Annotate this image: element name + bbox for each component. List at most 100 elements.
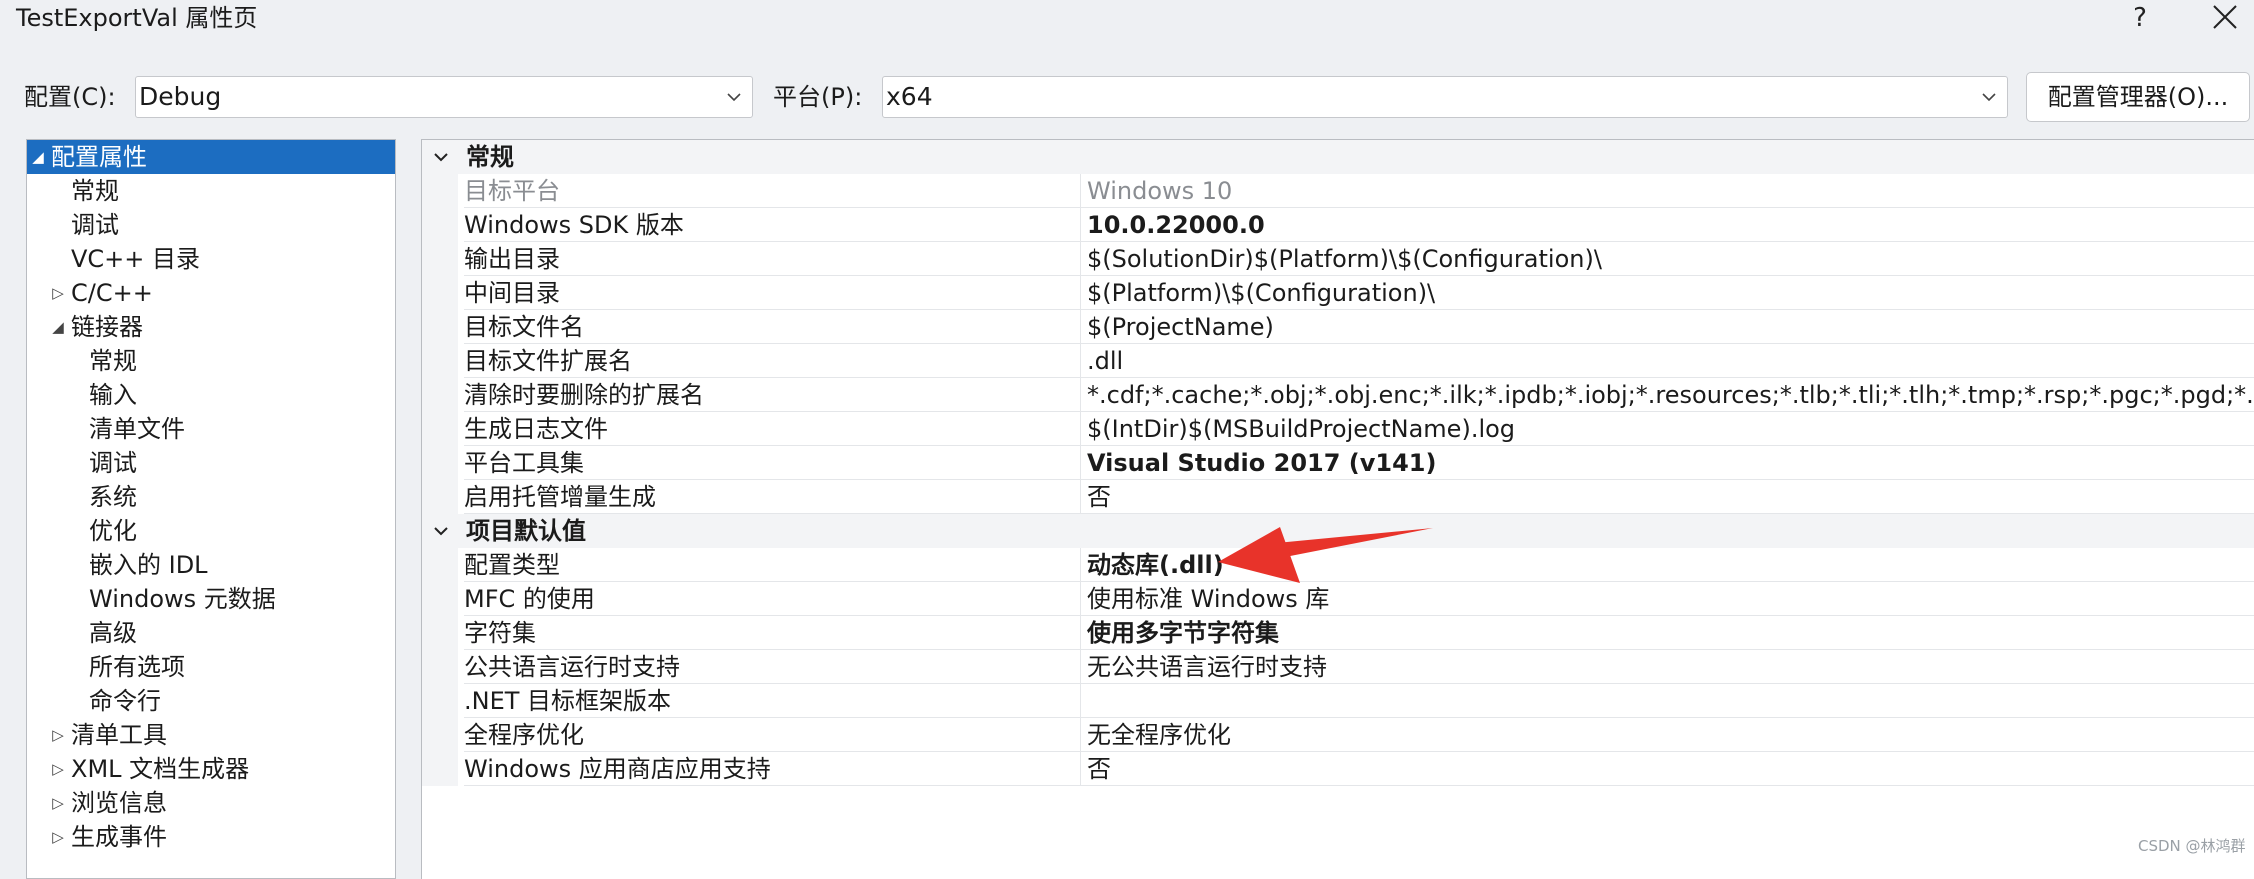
- expand-icon[interactable]: ▷: [49, 786, 67, 820]
- tree-item[interactable]: ▷ 浏览信息: [27, 786, 395, 820]
- watermark: CSDN @林鸿群: [2138, 837, 2246, 855]
- platform-label: 平台(P):: [773, 83, 863, 111]
- title-bar: TestExportVal 属性页 ?: [0, 0, 2254, 40]
- property-value[interactable]: Windows 10: [1081, 174, 2254, 208]
- tree-item[interactable]: 优化: [27, 514, 395, 548]
- tree-item[interactable]: 调试: [27, 208, 395, 242]
- row-gutter: [422, 650, 458, 684]
- property-row[interactable]: 平台工具集 Visual Studio 2017 (v141): [422, 446, 2254, 480]
- chevron-down-icon: [434, 153, 448, 162]
- tree-item[interactable]: VC++ 目录: [27, 242, 395, 276]
- row-gutter: [422, 208, 458, 242]
- property-row[interactable]: MFC 的使用 使用标准 Windows 库: [422, 582, 2254, 616]
- property-value[interactable]: 动态库(.dll): [1081, 548, 2254, 582]
- expand-icon[interactable]: ▷: [49, 820, 67, 854]
- property-name: 目标平台: [464, 174, 1081, 208]
- tree-item-label: 清单文件: [89, 415, 185, 443]
- tree-item-label: 生成事件: [71, 823, 167, 851]
- property-value[interactable]: 10.0.22000.0: [1081, 208, 2254, 242]
- property-row[interactable]: 目标文件扩展名 .dll: [422, 344, 2254, 378]
- collapse-icon[interactable]: ◢: [49, 310, 67, 344]
- property-value[interactable]: *.cdf;*.cache;*.obj;*.obj.enc;*.ilk;*.ip…: [1081, 378, 2254, 412]
- tree-item[interactable]: 命令行: [27, 684, 395, 718]
- property-name: 输出目录: [464, 242, 1081, 276]
- tree-item[interactable]: 清单文件: [27, 412, 395, 446]
- property-value[interactable]: Visual Studio 2017 (v141): [1081, 446, 2254, 480]
- property-row[interactable]: 清除时要删除的扩展名 *.cdf;*.cache;*.obj;*.obj.enc;…: [422, 378, 2254, 412]
- tree-item[interactable]: 所有选项: [27, 650, 395, 684]
- property-value[interactable]: 无全程序优化: [1081, 718, 2254, 752]
- property-row[interactable]: Windows 应用商店应用支持否: [422, 752, 2254, 786]
- property-value[interactable]: 使用标准 Windows 库: [1081, 582, 2254, 616]
- property-name: .NET 目标框架版本: [464, 684, 1081, 718]
- property-value[interactable]: $(IntDir)$(MSBuildProjectName).log: [1081, 412, 2254, 446]
- property-name: 清除时要删除的扩展名: [464, 378, 1081, 412]
- config-select[interactable]: Debug: [135, 76, 753, 118]
- help-button[interactable]: ?: [2120, 0, 2160, 36]
- tree-item-label: 命令行: [89, 687, 161, 715]
- property-row[interactable]: 启用托管增量生成否: [422, 480, 2254, 514]
- section-header[interactable]: 常规: [422, 140, 2254, 174]
- property-row[interactable]: 配置类型 动态库(.dll): [422, 548, 2254, 582]
- tree-item-label: 嵌入的 IDL: [89, 551, 208, 579]
- property-row[interactable]: 公共语言运行时支持 无公共语言运行时支持: [422, 650, 2254, 684]
- tree-item[interactable]: 嵌入的 IDL: [27, 548, 395, 582]
- close-button[interactable]: [2200, 0, 2248, 36]
- expand-icon[interactable]: ▷: [49, 718, 67, 752]
- property-name: 平台工具集: [464, 446, 1081, 480]
- property-value[interactable]: 使用多字节字符集: [1081, 616, 2254, 650]
- tree-item-label: 输入: [89, 381, 137, 409]
- tree-item[interactable]: ▷ C/C++: [27, 276, 395, 310]
- platform-select[interactable]: x64: [882, 76, 2008, 118]
- section-title: 项目默认值: [466, 517, 586, 545]
- property-name: 生成日志文件: [464, 412, 1081, 446]
- property-value[interactable]: [1081, 684, 2254, 718]
- property-row[interactable]: 中间目录 $(Platform)\$(Configuration)\: [422, 276, 2254, 310]
- tree-item[interactable]: 系统: [27, 480, 395, 514]
- row-gutter: [422, 174, 458, 208]
- property-row[interactable]: .NET 目标框架版本: [422, 684, 2254, 718]
- configuration-manager-button[interactable]: 配置管理器(O)...: [2026, 72, 2250, 122]
- property-value[interactable]: 无公共语言运行时支持: [1081, 650, 2254, 684]
- row-gutter: [422, 276, 458, 310]
- tree-item[interactable]: ◢ 配置属性: [27, 140, 395, 174]
- property-value[interactable]: 否: [1081, 752, 2254, 786]
- tree-item[interactable]: 常规: [27, 344, 395, 378]
- tree-item[interactable]: 调试: [27, 446, 395, 480]
- property-row[interactable]: Windows SDK 版本 10.0.22000.0: [422, 208, 2254, 242]
- tree-item[interactable]: 输入: [27, 378, 395, 412]
- tree-item[interactable]: Windows 元数据: [27, 582, 395, 616]
- property-row[interactable]: 输出目录 $(SolutionDir)$(Platform)\$(Configur…: [422, 242, 2254, 276]
- property-row[interactable]: 目标文件名 $(ProjectName): [422, 310, 2254, 344]
- tree-item[interactable]: ▷ 生成事件: [27, 820, 395, 854]
- row-gutter: [422, 378, 458, 412]
- row-gutter: [422, 242, 458, 276]
- property-value[interactable]: .dll: [1081, 344, 2254, 378]
- tree-item[interactable]: ▷ 清单工具: [27, 718, 395, 752]
- tree-item[interactable]: 高级: [27, 616, 395, 650]
- tree-item-label: 常规: [71, 177, 119, 205]
- property-row[interactable]: 目标平台 Windows 10: [422, 174, 2254, 208]
- row-gutter: [422, 548, 458, 582]
- property-value[interactable]: $(SolutionDir)$(Platform)\$(Configuratio…: [1081, 242, 2254, 276]
- property-name: 目标文件扩展名: [464, 344, 1081, 378]
- collapse-icon[interactable]: ◢: [29, 140, 47, 174]
- tree-item[interactable]: ◢ 链接器: [27, 310, 395, 344]
- tree-item-label: VC++ 目录: [71, 245, 201, 273]
- property-value[interactable]: $(Platform)\$(Configuration)\: [1081, 276, 2254, 310]
- section-header[interactable]: 项目默认值: [422, 514, 2254, 548]
- property-value[interactable]: $(ProjectName): [1081, 310, 2254, 344]
- tree-item[interactable]: 常规: [27, 174, 395, 208]
- expand-icon[interactable]: ▷: [49, 752, 67, 786]
- tree-item[interactable]: ▷ XML 文档生成器: [27, 752, 395, 786]
- property-value[interactable]: 否: [1081, 480, 2254, 514]
- row-gutter: [422, 752, 458, 786]
- tree-item-label: Windows 元数据: [89, 585, 276, 613]
- property-row[interactable]: 字符集 使用多字节字符集: [422, 616, 2254, 650]
- property-name: 目标文件名: [464, 310, 1081, 344]
- window-title: TestExportVal 属性页: [16, 4, 258, 32]
- row-gutter: [422, 684, 458, 718]
- property-row[interactable]: 全程序优化 无全程序优化: [422, 718, 2254, 752]
- property-row[interactable]: 生成日志文件 $(IntDir)$(MSBuildProjectName).log: [422, 412, 2254, 446]
- expand-icon[interactable]: ▷: [49, 276, 67, 310]
